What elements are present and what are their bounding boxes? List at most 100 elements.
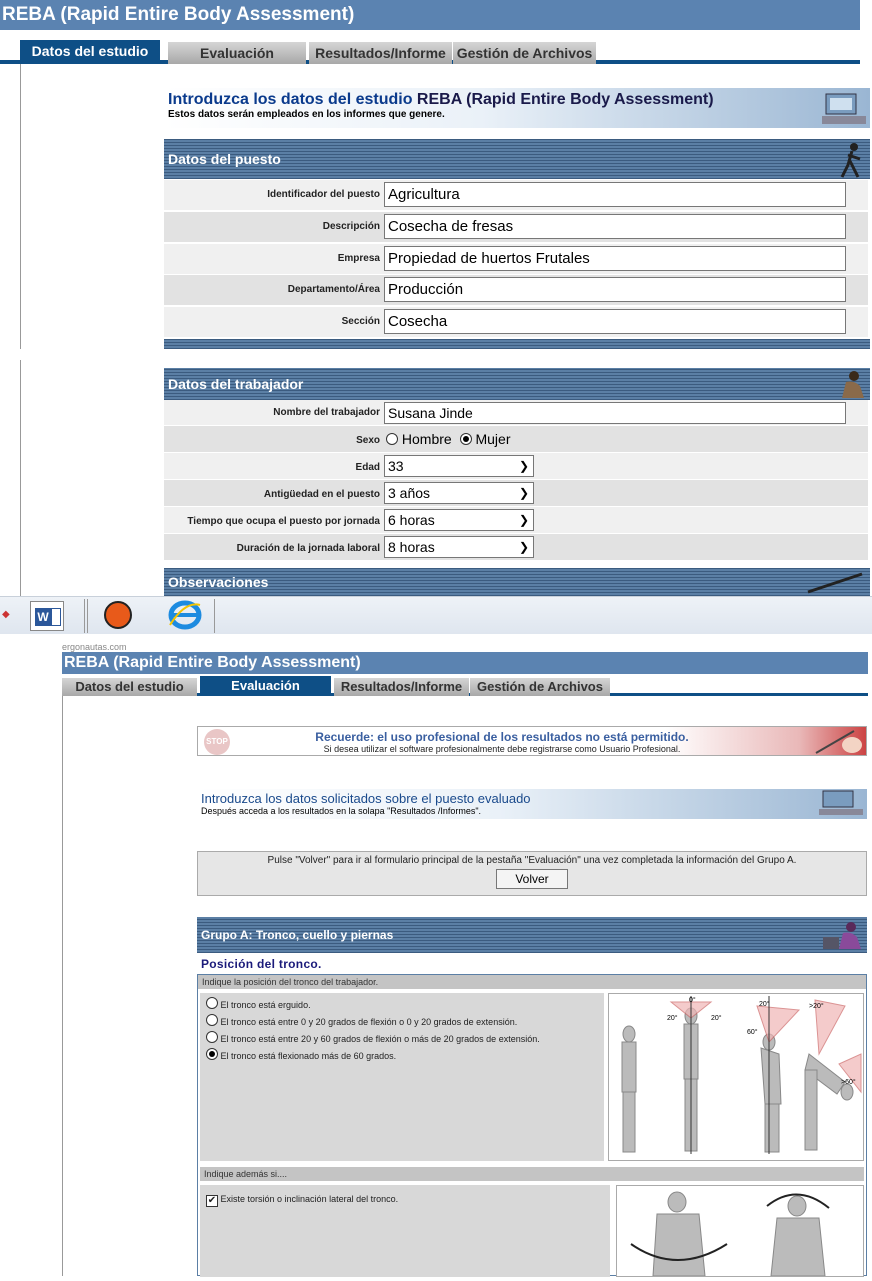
fig-label-0: 0° [689, 996, 696, 1004]
torsion-illustration [630, 1191, 830, 1277]
datos-del-trabajador-heading: Datos del trabajador [164, 368, 870, 400]
hombre-radio[interactable] [386, 433, 398, 445]
torsion-checkbox[interactable]: ✔ [206, 1195, 218, 1207]
trabajador-row-sexo: Sexo Hombre Mujer [164, 426, 868, 453]
departamento-input[interactable]: Producción [384, 277, 846, 302]
edad-select[interactable]: 33 ❯ [384, 455, 534, 477]
volver-button[interactable]: Volver [496, 869, 568, 889]
worker-at-desk-icon [842, 371, 864, 398]
notice-banner: STOP Recuerde: el uso profesional de los… [197, 726, 867, 756]
option-radio-2[interactable] [206, 1031, 218, 1043]
left-panel-border [20, 64, 21, 349]
observaciones-heading: Observaciones [164, 568, 870, 596]
intro-subtitle-2: Después acceda a los resultados en la so… [201, 806, 482, 816]
intro-subtitle: Estos datos serán empleados en los infor… [168, 109, 445, 120]
taskbar: ◆ W [0, 596, 872, 634]
edad-label: Edad [355, 462, 380, 473]
antiguedad-label: Antigüedad en el puesto [263, 489, 380, 500]
intro-title-colored: Introduzca los datos del estudio [168, 91, 413, 108]
volver-box: Pulse "Volver" para ir al formulario pri… [197, 851, 867, 896]
left-panel-border-3 [62, 696, 63, 1276]
tiempo-select[interactable]: 6 horas ❯ [384, 509, 534, 531]
seccion-label: Sección [341, 316, 380, 327]
app-title: REBA (Rapid Entire Body Assessment) [2, 4, 355, 25]
notice-title: Recuerde: el uso profesional de los resu… [315, 730, 689, 744]
tab-resultados-informe[interactable]: Resultados/Informe [309, 42, 452, 64]
trabajador-row-edad: Edad 33 ❯ [164, 453, 868, 480]
tab-gestion-de-archivos-2[interactable]: Gestión de Archivos [470, 678, 610, 696]
option-row-0: El tronco está erguido. [200, 997, 604, 1014]
antiguedad-select[interactable]: 3 años ❯ [384, 482, 534, 504]
nombre-label: Nombre del trabajador [273, 407, 380, 418]
app-title-bar: REBA (Rapid Entire Body Assessment) [0, 0, 860, 30]
option-row-2: El tronco está entre 20 y 60 grados de f… [200, 1031, 604, 1048]
duracion-value: 8 horas [388, 539, 435, 555]
tab-datos-del-estudio[interactable]: Datos del estudio [20, 40, 160, 62]
computer-illustration-icon [819, 790, 863, 815]
left-panel-border-2 [20, 360, 21, 596]
taskbar-arrow-icon: ◆ [2, 609, 10, 620]
torsion-panel: ✔ Existe torsión o inclinación lateral d… [200, 1185, 610, 1277]
tab-evaluacion[interactable]: Evaluación [168, 42, 306, 64]
tab-resultados-informe-2[interactable]: Resultados/Informe [334, 678, 469, 696]
grupo-a-title: Grupo A: Tronco, cuello y piernas [201, 928, 394, 942]
chevron-down-icon: ❯ [518, 513, 529, 527]
trabajador-row-tiempo: Tiempo que ocupa el puesto por jornada 6… [164, 507, 868, 534]
observaciones-title: Observaciones [168, 574, 269, 590]
site-tag: ergonautas.com [62, 642, 127, 652]
posicion-subheading: Indique la posición del tronco del traba… [198, 975, 866, 989]
option-radio-3[interactable] [206, 1048, 218, 1060]
sexo-radio-group: Hombre Mujer [386, 431, 510, 447]
ademas-subheading: Indique además si.... [200, 1167, 864, 1181]
seccion-input[interactable]: Cosecha [384, 309, 846, 334]
trabajador-row-duracion: Duración de la jornada laboral 8 horas ❯ [164, 534, 868, 561]
chevron-down-icon: ❯ [518, 540, 529, 554]
volver-instructions: Pulse "Volver" para ir al formulario pri… [267, 855, 797, 866]
duracion-label: Duración de la jornada laboral [236, 543, 380, 554]
stop-icon: STOP [204, 729, 230, 755]
duracion-select[interactable]: 8 horas ❯ [384, 536, 534, 558]
computer-illustration-icon [822, 93, 866, 124]
fig-label-4: 60° [747, 1028, 758, 1036]
trabajador-row-antiguedad: Antigüedad en el puesto 3 años ❯ [164, 480, 868, 507]
mujer-radio[interactable] [459, 433, 472, 445]
glove-icon[interactable] [104, 601, 132, 629]
empresa-input[interactable]: Propiedad de huertos Frutales [384, 246, 846, 271]
tiempo-label: Tiempo que ocupa el puesto por jornada [187, 516, 380, 527]
datos-del-puesto-heading: Datos del puesto [164, 139, 870, 179]
chevron-down-icon: ❯ [518, 459, 529, 473]
descripcion-input[interactable]: Cosecha de fresas [384, 214, 846, 239]
puesto-row-descripcion: Descripción Cosecha de fresas [164, 212, 868, 243]
fig-label-3: 20° [759, 1000, 770, 1008]
tiempo-value: 6 horas [388, 512, 435, 528]
option-radio-0[interactable] [206, 997, 218, 1009]
edad-value: 33 [388, 458, 404, 474]
torsion-row: ✔ Existe torsión o inclinación lateral d… [200, 1191, 610, 1208]
trabajador-row-nombre: Nombre del trabajador Susana Jinde [164, 400, 868, 426]
app-title-bar-2: REBA (Rapid Entire Body Assessment) [62, 652, 868, 674]
option-label-0: El tronco está erguido. [220, 1000, 311, 1010]
notice-subtitle: Si desea utilizar el software profesiona… [323, 744, 681, 754]
mujer-label: Mujer [475, 431, 511, 447]
option-radio-1[interactable] [206, 1014, 218, 1026]
tab-datos-del-estudio-2[interactable]: Datos del estudio [62, 678, 197, 696]
fig-label-5: >20° [809, 1002, 824, 1010]
worker-at-desk-icon [823, 922, 861, 949]
hand-pen-icon [815, 730, 862, 754]
datos-del-trabajador-title: Datos del trabajador [168, 376, 304, 392]
nombre-input[interactable]: Susana Jinde [384, 402, 846, 424]
torsion-figure [616, 1185, 864, 1277]
worker-figure-icon [840, 143, 861, 178]
posicion-options-panel: El tronco está erguido. El tronco está e… [200, 993, 604, 1161]
taskbar-divider-2 [214, 599, 215, 633]
fig-label-1: 20° [667, 1014, 678, 1022]
word-icon[interactable]: W [30, 601, 64, 631]
tab-evaluacion-2[interactable]: Evaluación [200, 676, 331, 696]
option-label-2: El tronco está entre 20 y 60 grados de f… [220, 1034, 540, 1044]
trunk-posture-illustration: 0° 20° 20° 20° 60° >20° >60° [621, 996, 862, 1154]
chevron-down-icon: ❯ [518, 486, 529, 500]
intro-banner-2: Introduzca los datos solicitados sobre e… [197, 789, 867, 819]
identificador-input[interactable]: Agricultura [384, 182, 846, 207]
tab-gestion-de-archivos[interactable]: Gestión de Archivos [453, 42, 596, 64]
ie-icon[interactable] [168, 599, 202, 631]
